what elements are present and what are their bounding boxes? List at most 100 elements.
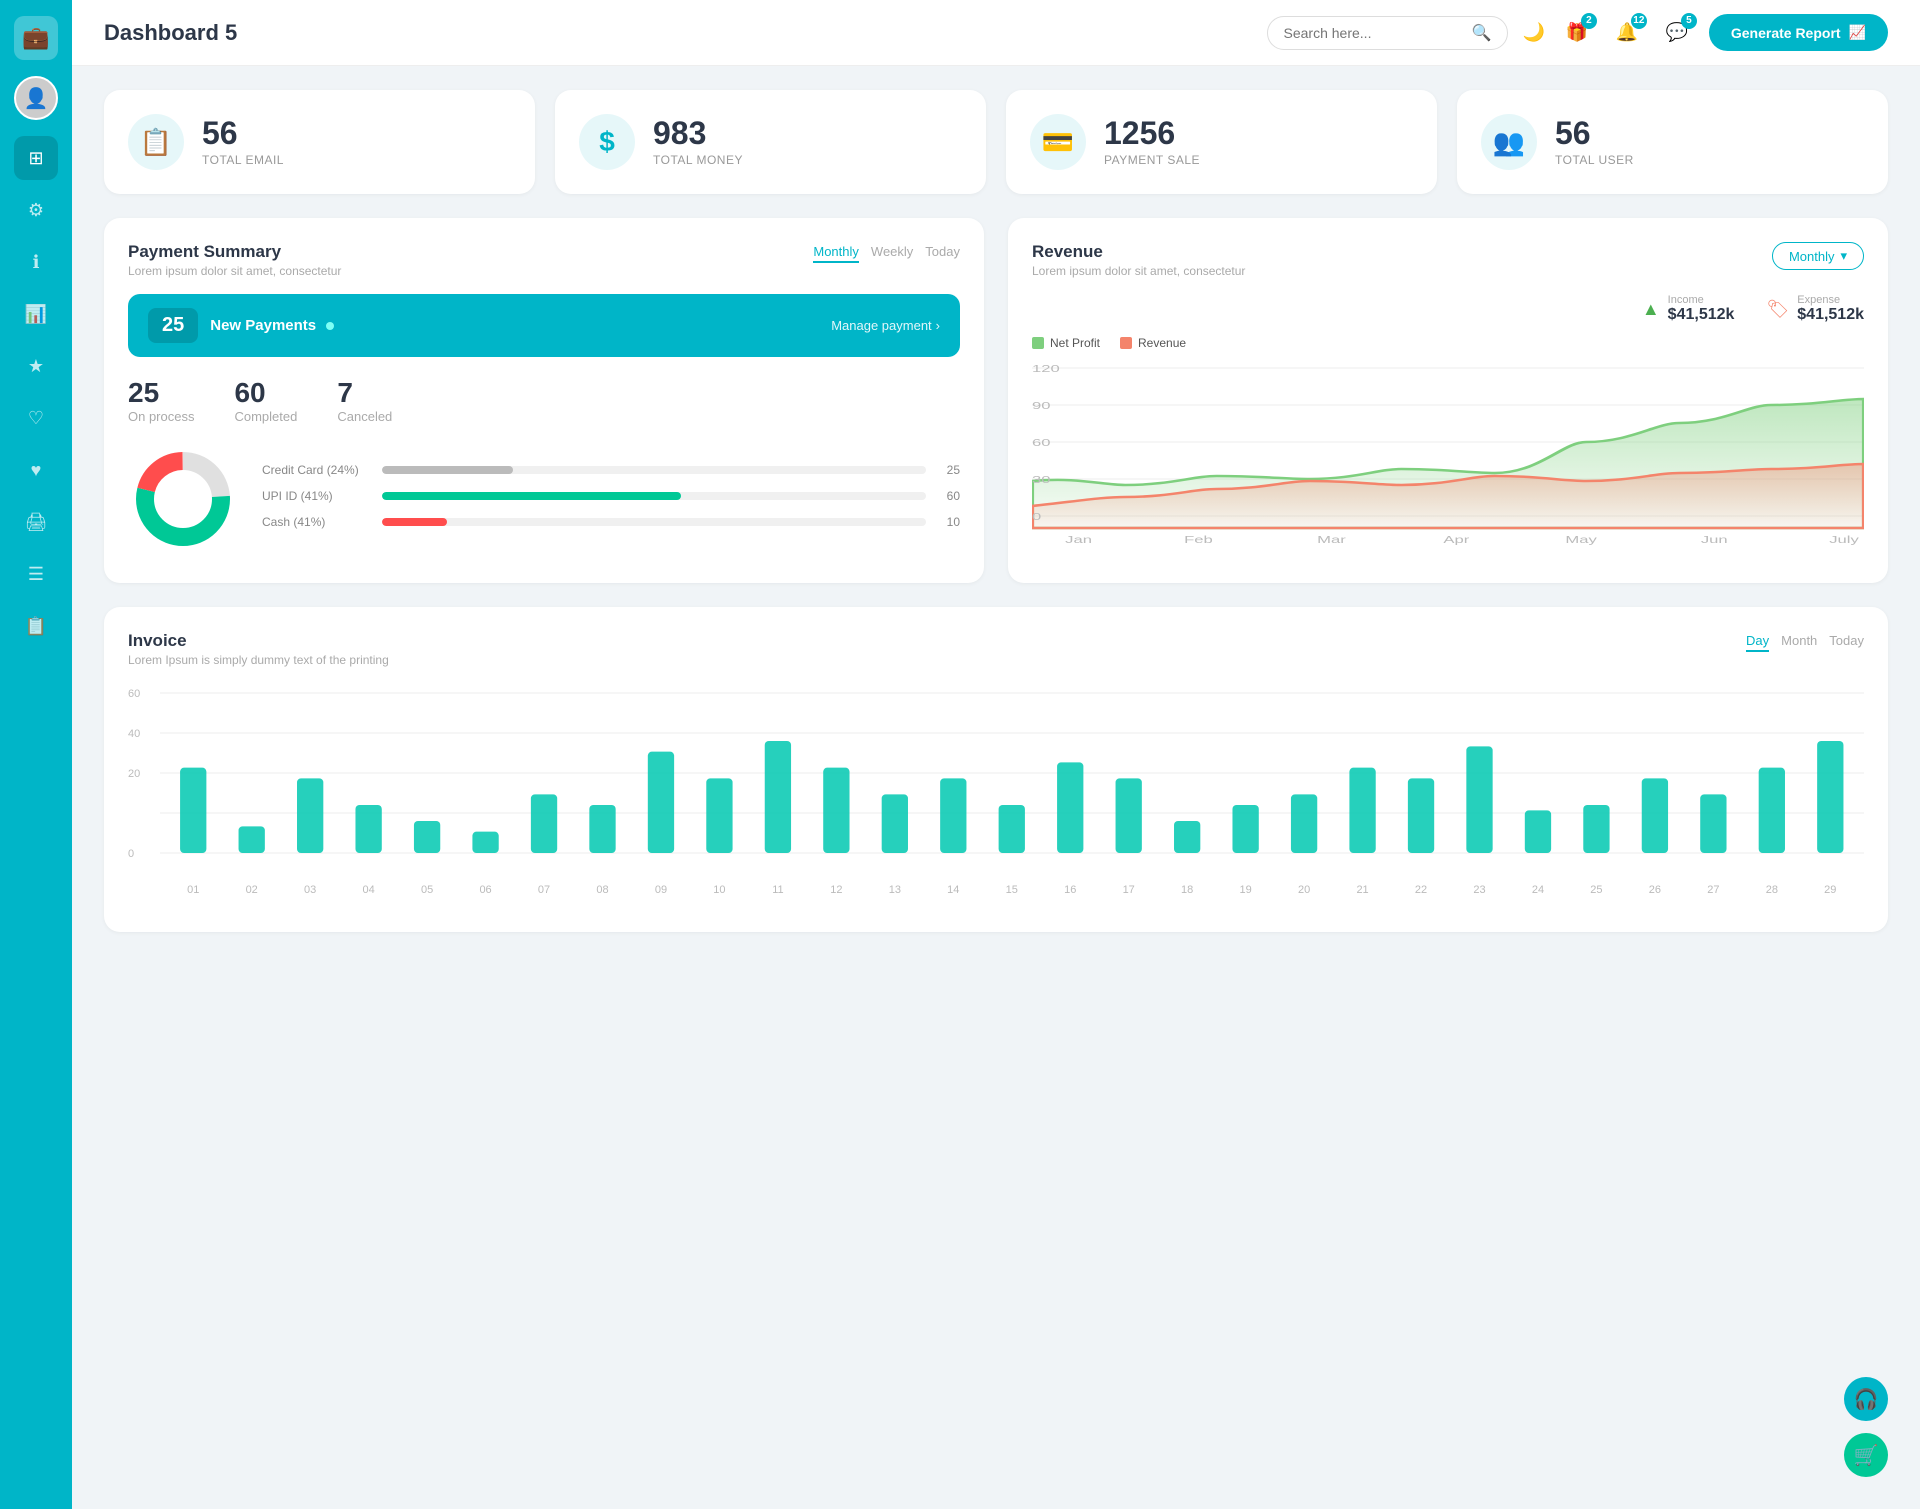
dark-mode-toggle[interactable]: 🌙 [1522,22,1544,43]
upi-bar-bg [382,492,926,500]
canceled-label: Canceled [337,409,392,424]
cash-bar-bg [382,518,926,526]
email-count: 56 [202,117,284,149]
svg-text:60: 60 [1032,437,1051,448]
invoice-title-group: Invoice Lorem Ipsum is simply dummy text… [128,631,389,667]
svg-text:May: May [1565,534,1597,545]
bell-button[interactable]: 🔔 12 [1609,15,1645,51]
svg-text:20: 20 [128,768,140,780]
revenue-subtitle: Lorem ipsum dolor sit amet, consectetur [1032,264,1245,278]
svg-text:26: 26 [1649,884,1661,896]
tab-today[interactable]: Today [925,242,960,263]
svg-text:28: 28 [1766,884,1778,896]
payment-summary-title: Payment Summary [128,242,341,262]
upi-bar [382,492,681,500]
credit-card-bar-bg [382,466,926,474]
sidebar-item-star[interactable]: ★ [14,344,58,388]
sidebar-item-settings[interactable]: ⚙ [14,188,58,232]
invoice-tabs: Day Month Today [1746,631,1864,652]
manage-payment-link[interactable]: Manage payment › [831,318,940,333]
user-count: 56 [1555,117,1634,149]
net-profit-label: Net Profit [1050,336,1100,350]
sidebar-item-menu[interactable]: ☰ [14,552,58,596]
revenue-monthly-dropdown[interactable]: Monthly ▾ [1772,242,1864,270]
svg-text:0: 0 [128,848,134,860]
svg-text:17: 17 [1123,884,1135,896]
revenue-dot [1120,337,1132,349]
user-label: TOTAL USER [1555,153,1634,167]
svg-text:0: 0 [1032,511,1042,522]
stats-grid: 📋 56 TOTAL EMAIL $ 983 TOTAL MONEY 💳 125… [104,90,1888,194]
income-info: Income $41,512k [1668,294,1735,324]
svg-text:21: 21 [1356,884,1368,896]
chat-button[interactable]: 💬 5 [1659,15,1695,51]
user-stat-info: 56 TOTAL USER [1555,117,1634,167]
svg-text:10: 10 [713,884,725,896]
cart-fab[interactable]: 🛒 [1844,1433,1888,1477]
svg-text:60: 60 [128,688,140,700]
tab-weekly[interactable]: Weekly [871,242,913,263]
svg-text:04: 04 [363,884,375,896]
email-stat-info: 56 TOTAL EMAIL [202,117,284,167]
support-fab[interactable]: 🎧 [1844,1377,1888,1421]
svg-text:Apr: Apr [1443,534,1469,545]
search-box[interactable]: 🔍 [1267,16,1509,50]
sidebar-item-dashboard[interactable]: ⊞ [14,136,58,180]
invoice-chart: 60 40 20 0 01020304050607080910111213141… [128,683,1864,903]
upi-label: UPI ID (41%) [262,489,372,503]
money-icon: $ [579,114,635,170]
svg-text:18: 18 [1181,884,1193,896]
svg-text:11: 11 [772,884,783,896]
payment-tabs: Monthly Weekly Today [813,242,960,263]
svg-text:July: July [1829,534,1859,545]
payment-summary-subtitle: Lorem ipsum dolor sit amet, consectetur [128,264,341,278]
svg-text:12: 12 [830,884,842,896]
generate-report-button[interactable]: Generate Report 📈 [1709,14,1888,51]
expense-value: $41,512k [1797,306,1864,324]
legend-net-profit: Net Profit [1032,336,1100,350]
sidebar-item-print[interactable]: 🖨 [14,500,58,544]
svg-text:120: 120 [1032,363,1060,374]
svg-text:40: 40 [128,728,140,740]
cash-label: Cash (41%) [262,515,372,529]
main-content: Dashboard 5 🔍 🌙 🎁 2 🔔 12 💬 5 Generate Re… [72,0,1920,1509]
expense-info: Expense $41,512k [1797,294,1864,324]
chart-icon: 📈 [1849,24,1866,41]
svg-text:Jan: Jan [1065,534,1092,545]
search-input[interactable] [1284,25,1464,41]
sidebar-item-analytics[interactable]: 📊 [14,292,58,336]
new-payments-label: New Payments [210,317,334,334]
sidebar-item-heart2[interactable]: ♥ [14,448,58,492]
tab-day[interactable]: Day [1746,631,1769,652]
generate-report-label: Generate Report [1731,25,1841,41]
svg-text:03: 03 [304,884,316,896]
tab-monthly[interactable]: Monthly [813,242,859,263]
net-profit-dot [1032,337,1044,349]
money-count: 983 [653,117,743,149]
tab-today[interactable]: Today [1829,631,1864,652]
avatar[interactable]: 👤 [14,76,58,120]
credit-card-bar [382,466,513,474]
stat-card-email: 📋 56 TOTAL EMAIL [104,90,535,194]
sidebar-logo[interactable]: 💼 [14,16,58,60]
email-label: TOTAL EMAIL [202,153,284,167]
sidebar-item-list[interactable]: 📋 [14,604,58,648]
revenue-dropdown-label: Monthly [1789,249,1835,264]
revenue-stats-row: ▲ Income $41,512k 🏷 Expense $41,512k [1032,294,1864,324]
revenue-header: Revenue Lorem ipsum dolor sit amet, cons… [1032,242,1864,278]
sidebar-item-heart[interactable]: ♡ [14,396,58,440]
svg-text:23: 23 [1473,884,1485,896]
payment-summary-card: Payment Summary Lorem ipsum dolor sit am… [104,218,984,583]
gift-button[interactable]: 🎁 2 [1559,15,1595,51]
svg-text:27: 27 [1707,884,1719,896]
canceled-num: 7 [337,377,392,409]
svg-text:19: 19 [1240,884,1252,896]
payment-icon: 💳 [1030,114,1086,170]
svg-text:15: 15 [1006,884,1018,896]
svg-text:02: 02 [246,884,258,896]
tab-month[interactable]: Month [1781,631,1817,652]
new-payments-bar: 25 New Payments Manage payment › [128,294,960,357]
progress-upi: UPI ID (41%) 60 [262,489,960,503]
chevron-down-icon: ▾ [1840,248,1847,264]
sidebar-item-info[interactable]: ℹ [14,240,58,284]
